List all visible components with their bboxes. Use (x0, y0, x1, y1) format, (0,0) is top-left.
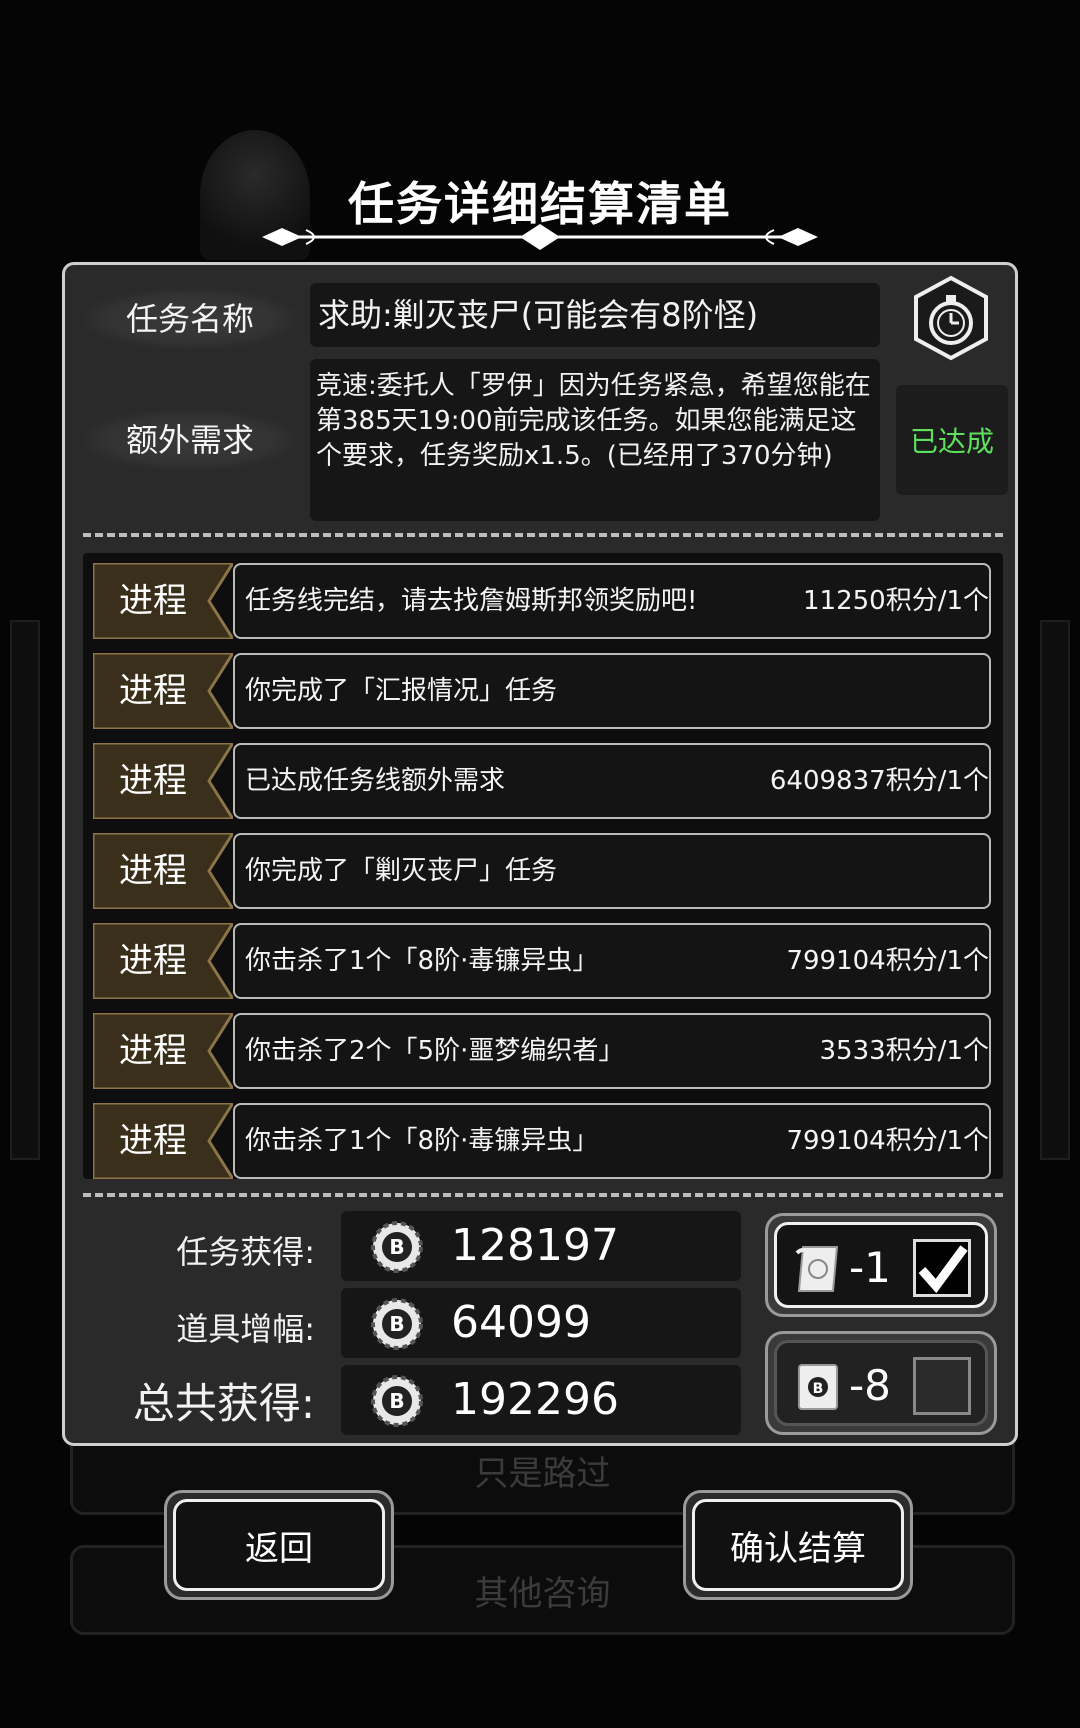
list-item: 进程 你击杀了2个「5阶·噩梦编织者」 3533积分/1个 (93, 1013, 993, 1089)
progress-text: 你击杀了1个「8阶·毒镰异虫」 (245, 946, 599, 976)
list-item: 进程 你完成了「剿灭丧尸」任务 (93, 833, 993, 909)
settlement-panel: 任务名称 求助:剿灭丧尸(可能会有8阶怪) 额外需求 竞速:委托人「罗伊」因为任… (62, 262, 1018, 1446)
bitcoin-coin-icon: B (371, 1298, 423, 1350)
status-badge: 已达成 (896, 385, 1008, 495)
progress-text: 你完成了「剿灭丧尸」任务 (245, 856, 558, 886)
total-earned-box: B 192296 (341, 1365, 741, 1435)
bitcoin-coin-icon: B (371, 1221, 423, 1273)
progress-text: 你击杀了2个「5阶·噩梦编织者」 (245, 1036, 625, 1066)
stopwatch-icon (914, 275, 988, 361)
scroll-ticket-option[interactable]: -1 (765, 1213, 997, 1317)
progress-tag: 进程 (119, 851, 187, 891)
svg-text:B: B (389, 1235, 404, 1259)
card-ticket-checkbox[interactable] (913, 1357, 971, 1415)
list-item: 进程 已达成任务线额外需求 6409837积分/1个 (93, 743, 993, 819)
svg-text:B: B (813, 1381, 824, 1397)
scroll-ticket-checkbox[interactable] (913, 1239, 971, 1297)
svg-text:B: B (389, 1389, 404, 1413)
progress-list[interactable]: 进程 任务线完结，请去找詹姆斯邦领奖励吧! 11250积分/1个 进程 你完成了… (83, 553, 1003, 1179)
background-side-panel (1040, 620, 1070, 1160)
total-earned-value: 192296 (451, 1374, 619, 1425)
divider (83, 533, 1003, 537)
checkmark-icon (918, 1245, 968, 1294)
bitcoin-coin-icon: B (371, 1375, 423, 1427)
total-earned-label: 总共获得: (132, 1379, 315, 1428)
task-name-value: 求助:剿灭丧尸(可能会有8阶怪) (310, 283, 880, 347)
progress-reward: 799104积分/1个 (786, 1126, 989, 1156)
background-side-panel (10, 620, 40, 1160)
progress-reward: 799104积分/1个 (786, 946, 989, 976)
extra-requirement-text: 竞速:委托人「罗伊」因为任务紧急，希望您能在第385天19:00前完成该任务。如… (310, 359, 880, 521)
progress-tag: 进程 (119, 761, 187, 801)
card-ticket-option[interactable]: B -8 (765, 1331, 997, 1435)
list-item: 进程 你击杀了1个「8阶·毒镰异虫」 799104积分/1个 (93, 923, 993, 999)
svg-text:B: B (389, 1312, 404, 1336)
progress-tag: 进程 (119, 1121, 187, 1161)
item-boost-box: B 64099 (341, 1288, 741, 1358)
list-item: 进程 你完成了「汇报情况」任务 (93, 653, 993, 729)
item-boost-label: 道具增幅: (176, 1310, 315, 1348)
back-button[interactable]: 返回 (164, 1490, 394, 1600)
scroll-ticket-icon (795, 1246, 839, 1292)
task-earned-value: 128197 (451, 1220, 619, 1271)
card-ticket-count: -8 (849, 1361, 891, 1410)
progress-text: 任务线完结，请去找詹姆斯邦领奖励吧! (245, 586, 698, 616)
progress-tag: 进程 (119, 671, 187, 711)
progress-reward: 11250积分/1个 (802, 586, 989, 616)
progress-tag: 进程 (119, 1031, 187, 1071)
list-item: 进程 你击杀了1个「8阶·毒镰异虫」 799104积分/1个 (93, 1103, 993, 1179)
card-ticket-icon: B (798, 1364, 838, 1410)
extra-requirement-label: 额外需求 (85, 410, 295, 470)
progress-reward: 3533积分/1个 (819, 1036, 989, 1066)
divider (83, 1193, 1003, 1197)
progress-text: 已达成任务线额外需求 (245, 766, 506, 796)
progress-text: 你击杀了1个「8阶·毒镰异虫」 (245, 1126, 599, 1156)
task-earned-label: 任务获得: (176, 1233, 315, 1271)
confirm-settlement-button[interactable]: 确认结算 (683, 1490, 913, 1600)
item-boost-value: 64099 (451, 1297, 591, 1348)
progress-text: 你完成了「汇报情况」任务 (245, 676, 558, 706)
scroll-ticket-count: -1 (849, 1243, 891, 1292)
task-earned-box: B 128197 (341, 1211, 741, 1281)
title-ornament (262, 224, 818, 250)
progress-tag: 进程 (119, 941, 187, 981)
progress-tag: 进程 (119, 581, 187, 621)
progress-reward: 6409837积分/1个 (769, 766, 989, 796)
task-name-label: 任务名称 (85, 289, 295, 349)
list-item: 进程 任务线完结，请去找詹姆斯邦领奖励吧! 11250积分/1个 (93, 563, 993, 639)
